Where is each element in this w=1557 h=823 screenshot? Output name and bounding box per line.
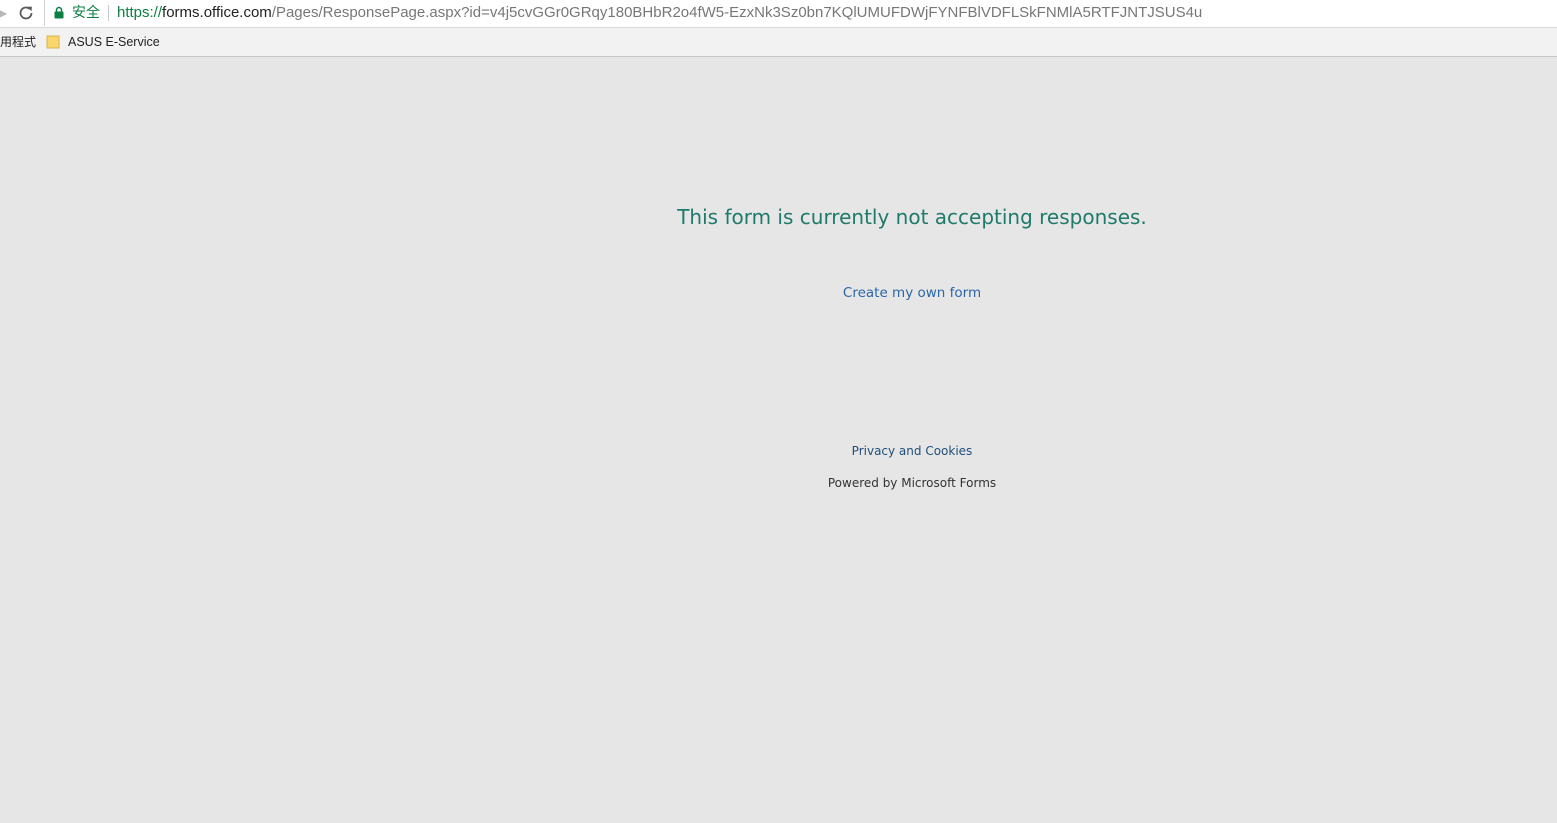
omnibox-separator: [108, 5, 109, 21]
privacy-cookies-link[interactable]: Privacy and Cookies: [712, 443, 1112, 459]
address-bar[interactable]: 安全 https://forms.office.com/Pages/Respon…: [44, 0, 1557, 26]
bookmarks-bar: 用程式 ASUS E-Service: [0, 27, 1557, 57]
reload-icon[interactable]: [16, 3, 36, 23]
closed-form-message: This form is currently not accepting res…: [677, 205, 1147, 229]
create-form-link[interactable]: Create my own form: [712, 284, 1112, 302]
bookmark-label: ASUS E-Service: [68, 35, 160, 49]
url-scheme: https://: [117, 4, 163, 21]
apps-shortcut[interactable]: 用程式: [0, 34, 36, 50]
browser-toolbar: ▶ 安全 https://forms.office.com/Pages/Resp…: [0, 0, 1557, 27]
secure-label[interactable]: 安全: [72, 4, 100, 22]
url-path: /Pages/ResponsePage.aspx?id=v4j5cvGGr0GR…: [271, 4, 1203, 21]
powered-by-text: Powered by Microsoft Forms: [827, 476, 997, 490]
folder-icon: [46, 35, 60, 49]
bookmark-asus-eservice[interactable]: ASUS E-Service: [46, 32, 160, 52]
url-host: forms.office.com: [162, 4, 272, 21]
url-text[interactable]: https://forms.office.com/Pages/ResponseP…: [117, 3, 1202, 22]
lock-icon: [54, 6, 64, 19]
forward-arrow-icon[interactable]: ▶: [0, 6, 8, 20]
page-content: This form is currently not accepting res…: [0, 56, 1557, 823]
